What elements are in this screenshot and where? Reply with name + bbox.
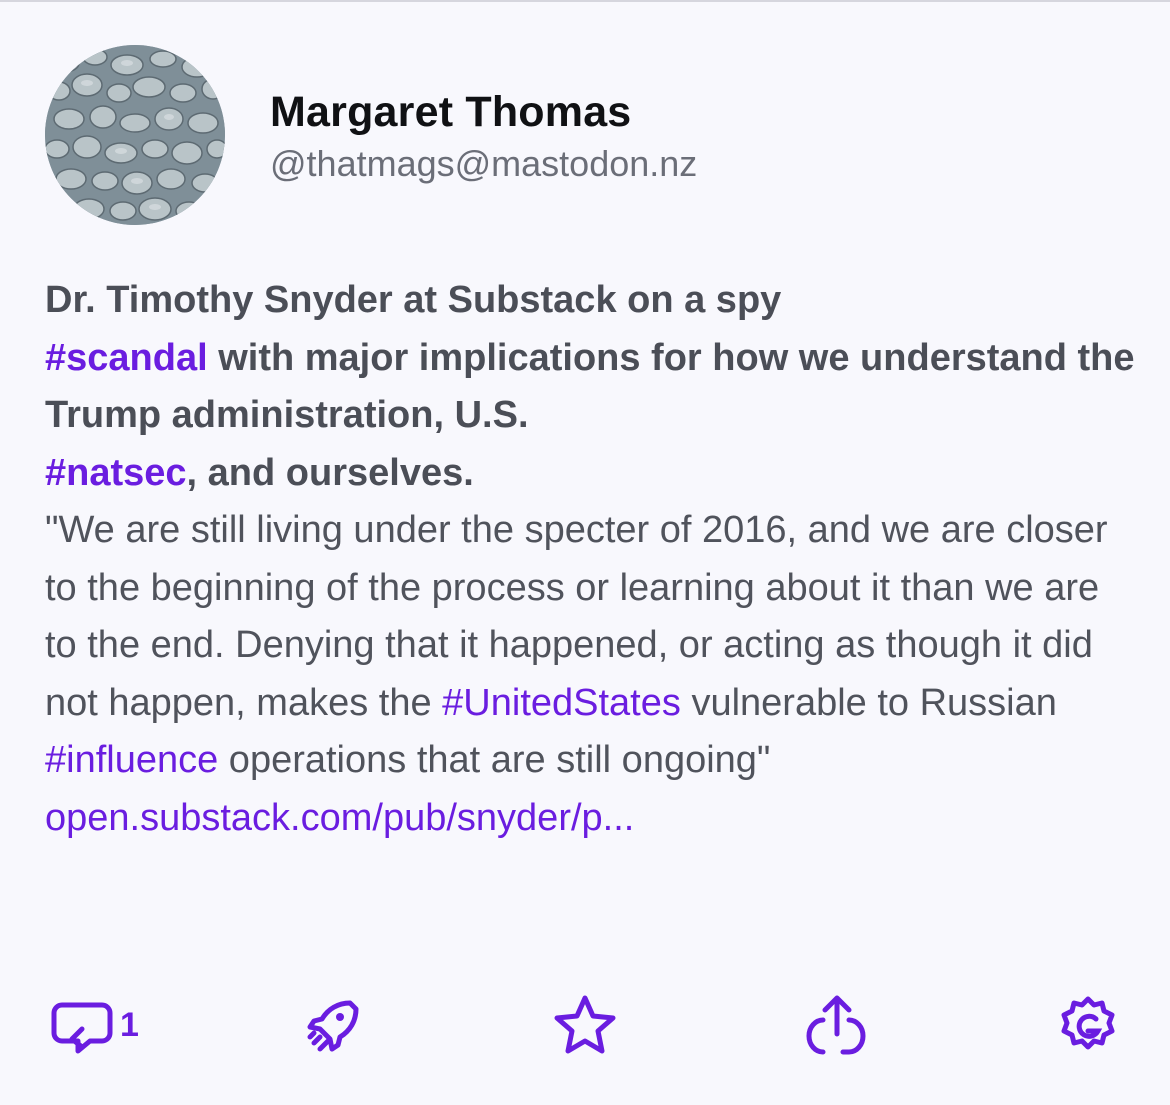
- post-paragraph: Dr. Timothy Snyder at Substack on a spy #…: [45, 272, 1135, 847]
- hashtag-scandal[interactable]: #scandal: [45, 337, 208, 379]
- post-bold-text: Dr. Timothy Snyder at Substack on a spy: [45, 279, 782, 321]
- avatar[interactable]: [45, 45, 225, 225]
- favourite-button[interactable]: [550, 990, 620, 1060]
- share-icon: [803, 992, 869, 1058]
- hashtag-influence[interactable]: #influence: [45, 739, 218, 781]
- author-handle[interactable]: @thatmags@mastodon.nz: [270, 142, 697, 186]
- boost-button[interactable]: [300, 990, 364, 1060]
- post-quote-2: vulnerable to Russian: [680, 681, 1057, 724]
- post-bold-text-3: , and ourselves.: [186, 451, 474, 494]
- share-button[interactable]: [803, 990, 869, 1060]
- post-link[interactable]: open.substack.com/pub/snyder/p...: [45, 797, 634, 839]
- action-bar: 1: [0, 990, 1170, 1060]
- reply-count: 1: [120, 1005, 139, 1044]
- rocket-icon: [300, 993, 364, 1057]
- reply-icon: [48, 995, 116, 1055]
- author-display-name[interactable]: Margaret Thomas: [270, 86, 697, 138]
- gear-icon: [1056, 993, 1120, 1057]
- post-card[interactable]: Margaret Thomas @thatmags@mastodon.nz Dr…: [0, 0, 1170, 1105]
- post-bold-text-2: with major implications for how we under…: [45, 336, 1135, 437]
- reply-button[interactable]: 1: [48, 990, 139, 1060]
- post-quote-3: operations that are still ongoing": [218, 739, 771, 781]
- avatar-pebbles-image: [45, 45, 225, 225]
- star-icon: [550, 992, 620, 1058]
- more-options-button[interactable]: [1056, 990, 1120, 1060]
- post-content: Dr. Timothy Snyder at Substack on a spy #…: [45, 272, 1135, 847]
- author-info[interactable]: Margaret Thomas @thatmags@mastodon.nz: [270, 86, 697, 186]
- hashtag-united-states[interactable]: #UnitedStates: [442, 682, 681, 724]
- hashtag-natsec[interactable]: #natsec: [45, 452, 187, 494]
